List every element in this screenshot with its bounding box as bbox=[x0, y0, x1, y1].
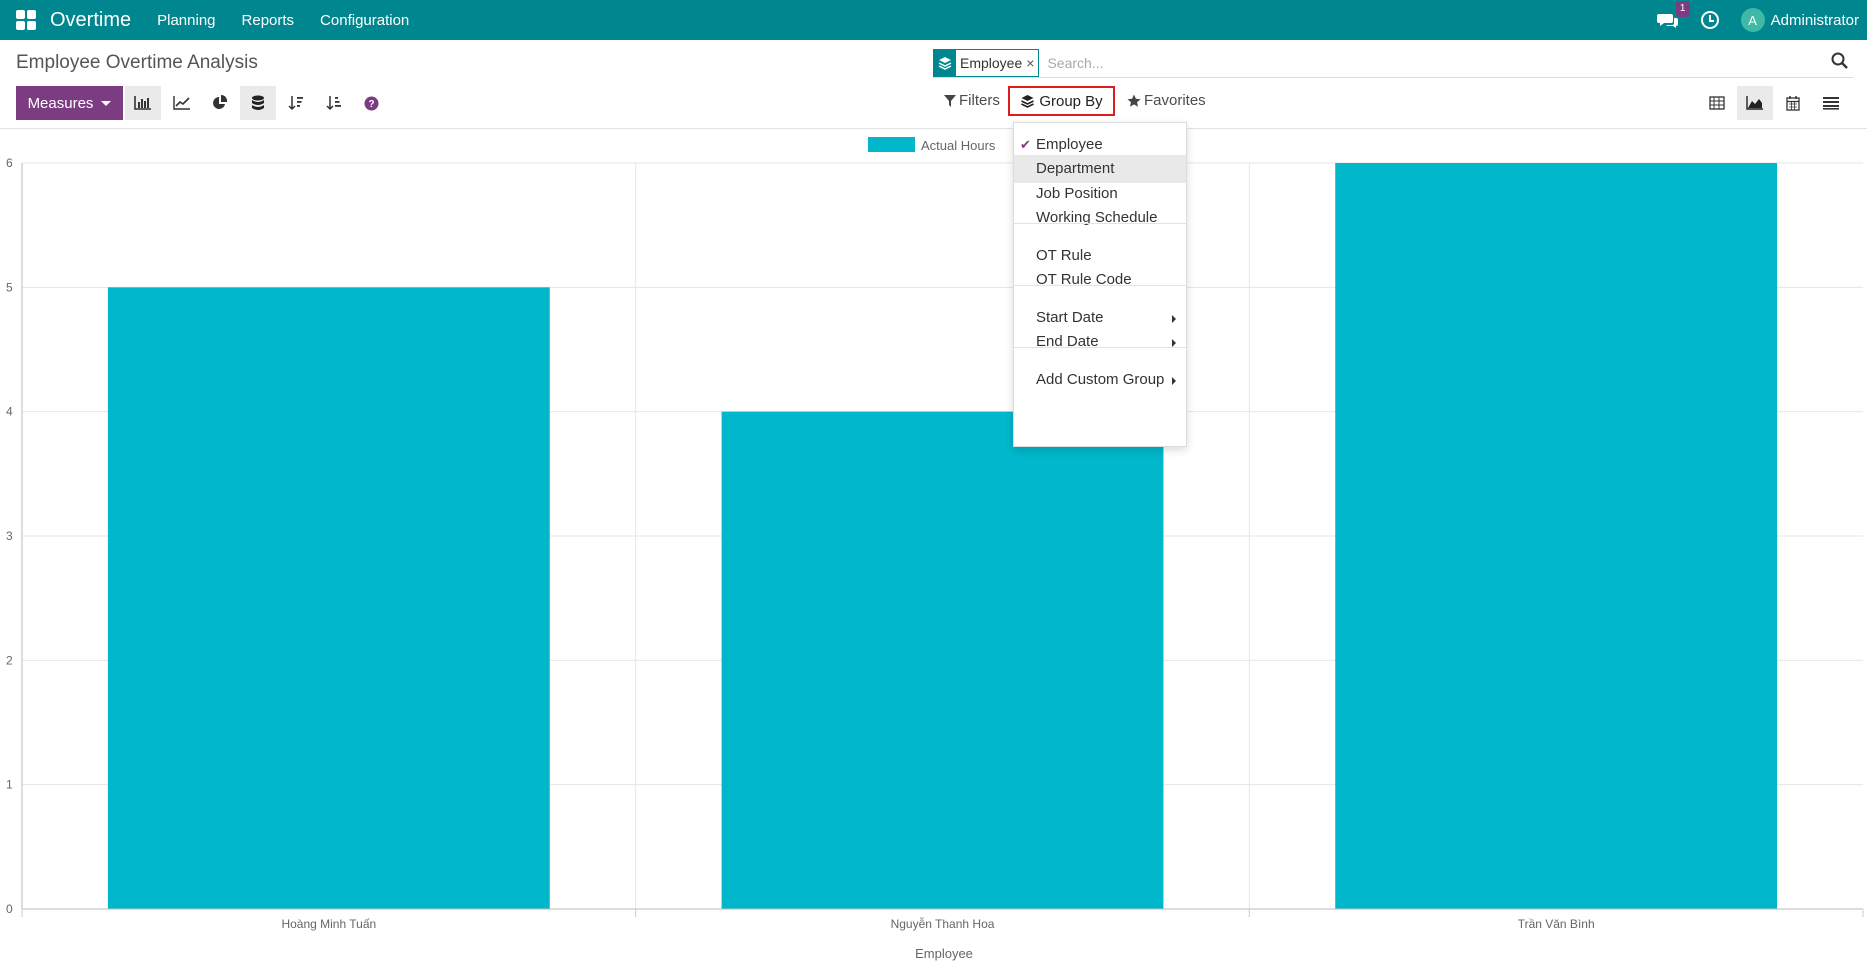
groupby-option-add-custom-group[interactable]: Add Custom Group bbox=[1014, 366, 1186, 394]
menu-configuration[interactable]: Configuration bbox=[320, 12, 409, 29]
list-icon bbox=[1823, 97, 1839, 110]
pie-chart-button[interactable] bbox=[202, 86, 238, 120]
y-tick-label: 3 bbox=[6, 529, 13, 543]
top-navbar: Overtime Planning Reports Configuration … bbox=[0, 0, 1867, 40]
caret-down-icon bbox=[101, 100, 112, 106]
x-axis-title: Employee bbox=[915, 946, 973, 961]
groupby-option-label: Department bbox=[1036, 160, 1115, 177]
sort-descending-button[interactable] bbox=[278, 86, 314, 120]
list-view-button[interactable] bbox=[1813, 86, 1849, 120]
help-icon: ? bbox=[364, 96, 378, 110]
user-menu[interactable]: Administrator bbox=[1771, 12, 1859, 29]
measures-label: Measures bbox=[27, 94, 94, 112]
y-tick-label: 2 bbox=[6, 653, 13, 667]
groupby-option-label: Start Date bbox=[1036, 309, 1104, 326]
favorites-label: Favorites bbox=[1144, 92, 1206, 109]
sort-ascending-button[interactable] bbox=[316, 86, 352, 120]
menu-planning[interactable]: Planning bbox=[157, 12, 215, 29]
stacked-icon bbox=[252, 95, 264, 110]
calendar-view-button[interactable] bbox=[1775, 86, 1811, 120]
pie-chart-icon bbox=[213, 95, 228, 109]
svg-text:?: ? bbox=[368, 99, 374, 110]
groupby-option-label: Employee bbox=[1036, 136, 1103, 153]
caret-right-icon bbox=[1172, 377, 1176, 385]
y-tick-label: 1 bbox=[6, 778, 13, 792]
legend-label: Actual Hours bbox=[921, 138, 996, 153]
chart-bar[interactable] bbox=[107, 287, 550, 909]
avatar[interactable]: A bbox=[1740, 8, 1765, 32]
bar-chart: 0 1 2 3 4 5 6 Hoàng Minh Tuấn Nguyễn Thanh Hoa Tr… bbox=[6, 137, 1864, 961]
pivot-view-button[interactable] bbox=[1699, 86, 1735, 120]
groupby-option-ot-rule-code[interactable]: OT Rule Code bbox=[1014, 266, 1186, 294]
y-tick-label: 5 bbox=[6, 280, 13, 294]
y-tick-label: 4 bbox=[6, 405, 13, 419]
dropdown-divider bbox=[1014, 347, 1186, 348]
groupby-option-end-date[interactable]: End Date bbox=[1014, 328, 1186, 356]
legend-swatch bbox=[868, 137, 915, 152]
message-count-badge: 1 bbox=[1675, 1, 1690, 17]
bar-chart-button[interactable] bbox=[125, 86, 161, 120]
caret-right-icon bbox=[1172, 339, 1176, 347]
search-icon[interactable] bbox=[1831, 52, 1849, 70]
line-chart-icon bbox=[173, 96, 190, 110]
search-bar: Employee × bbox=[933, 48, 1853, 78]
filters-button[interactable]: Filters bbox=[944, 92, 1000, 109]
app-title[interactable]: Overtime bbox=[50, 9, 131, 32]
help-button[interactable]: ? bbox=[353, 86, 389, 120]
activity-clock-icon[interactable] bbox=[1700, 11, 1719, 29]
groupby-option-working-schedule[interactable]: Working Schedule bbox=[1014, 204, 1186, 232]
measures-button[interactable]: Measures bbox=[16, 86, 123, 120]
line-chart-button[interactable] bbox=[164, 86, 200, 120]
search-facet-employee[interactable]: Employee × bbox=[933, 48, 1040, 77]
stacked-button[interactable] bbox=[240, 86, 276, 120]
control-panel-divider bbox=[0, 128, 1867, 129]
groupby-option-department[interactable]: Department bbox=[1014, 155, 1186, 183]
layers-icon bbox=[934, 49, 956, 76]
pivot-icon bbox=[1709, 96, 1725, 110]
facet-label: Employee bbox=[960, 54, 1023, 71]
search-input[interactable] bbox=[1045, 53, 1746, 72]
x-tick-label: Nguyễn Thanh Hoa bbox=[891, 916, 995, 931]
sort-descending-icon bbox=[288, 96, 303, 111]
group-by-dropdown: ✔ Employee Department Job Position Working S… bbox=[1013, 122, 1187, 447]
filters-label: Filters bbox=[959, 92, 1000, 109]
filter-icon bbox=[944, 94, 956, 107]
bar-chart-icon bbox=[134, 96, 151, 110]
dropdown-divider bbox=[1014, 223, 1186, 224]
y-tick-label: 6 bbox=[6, 156, 13, 170]
facet-remove-icon[interactable]: × bbox=[1026, 50, 1038, 76]
group-by-button[interactable]: Group By bbox=[1008, 86, 1115, 116]
sort-ascending-icon bbox=[326, 96, 341, 111]
favorites-button[interactable]: Favorites bbox=[1127, 92, 1206, 109]
menu-reports[interactable]: Reports bbox=[242, 12, 295, 29]
page-title: Employee Overtime Analysis bbox=[16, 52, 258, 73]
layers-icon bbox=[1021, 95, 1035, 108]
chart-bar[interactable] bbox=[1335, 163, 1778, 909]
x-tick-label: Hoàng Minh Tuấn bbox=[281, 917, 376, 931]
groupby-option-label: Add Custom Group bbox=[1036, 371, 1165, 388]
apps-menu-icon[interactable] bbox=[16, 10, 36, 30]
chart-legend[interactable]: Actual Hours bbox=[868, 137, 996, 153]
star-icon bbox=[1127, 94, 1141, 107]
groupby-option-label: Job Position bbox=[1036, 185, 1118, 202]
dropdown-divider bbox=[1014, 285, 1186, 286]
caret-right-icon bbox=[1172, 315, 1176, 323]
y-tick-label: 0 bbox=[6, 902, 13, 916]
calendar-icon bbox=[1786, 95, 1800, 111]
chart-bar[interactable] bbox=[721, 411, 1164, 909]
groupby-option-label: OT Rule bbox=[1036, 247, 1092, 264]
chart-bars bbox=[107, 163, 1778, 909]
graph-icon bbox=[1746, 96, 1763, 110]
x-tick-label: Trần Văn Bình bbox=[1518, 917, 1595, 931]
messages-button[interactable]: 1 bbox=[1656, 1, 1690, 33]
group-by-label: Group By bbox=[1039, 92, 1103, 110]
graph-view-button[interactable] bbox=[1737, 86, 1773, 120]
